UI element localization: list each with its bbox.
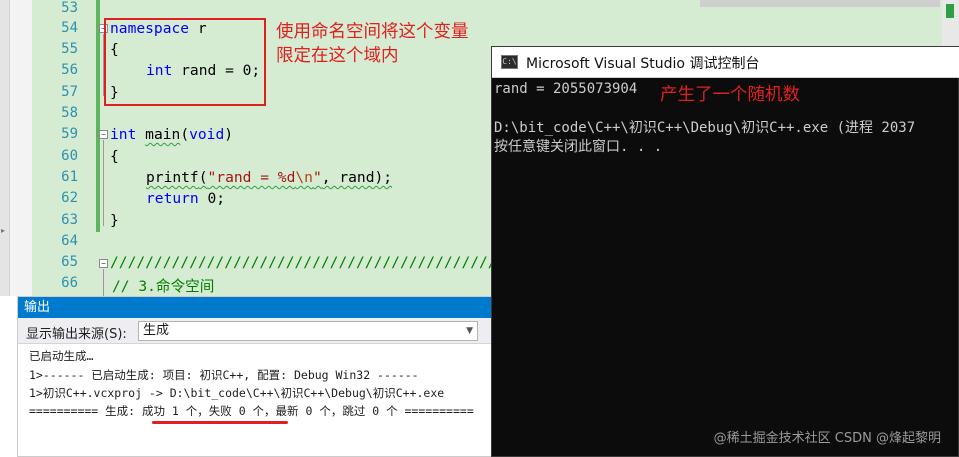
paren: ) <box>224 126 234 143</box>
line-number: 63 <box>61 212 78 228</box>
line-number: 54 <box>61 20 78 36</box>
output-line: ========== 生成: 成功 1 个，失败 0 个，最新 0 个，跳过 0… <box>29 404 474 418</box>
code-line-brace-close[interactable]: } <box>110 212 119 229</box>
output-source-value: 生成 <box>143 323 170 338</box>
line-number: 53 <box>61 0 78 16</box>
scrollbar-marker <box>946 4 954 18</box>
namespace-annotation-text: 使用命名空间将这个变量 限定在这个域内 <box>276 22 469 66</box>
console-title: Microsoft Visual Studio 调试控制台 <box>526 56 760 72</box>
fold-guide <box>103 269 104 296</box>
string-literal: "rand = %d <box>207 169 296 186</box>
output-toolbar: 显示输出来源(S): 生成 ▼ <box>18 318 491 344</box>
console-prompt-line: 按任意键关闭此窗口. . . <box>494 139 663 155</box>
output-source-select[interactable]: 生成 ▼ <box>138 321 478 341</box>
collapse-arrow-icon[interactable]: ▸ <box>1 226 5 235</box>
line-number: 65 <box>61 254 78 270</box>
line-number: 62 <box>61 190 78 206</box>
console-exit-line: D:\bit_code\C++\初识C++\Debug\初识C++.exe (进… <box>494 120 916 136</box>
output-line: 1>初识C++.vcxproj -> D:\bit_code\C++\初识C++… <box>29 386 445 400</box>
console-app-icon: C:\ <box>501 55 518 69</box>
chevron-down-icon: ▼ <box>466 326 473 336</box>
output-source-label: 显示输出来源(S): <box>26 327 127 342</box>
function-printf: printf <box>146 169 199 186</box>
change-indicator-bar <box>96 0 100 232</box>
watermark: @稀土掘金技术社区 CSDN @烽起黎明 <box>713 431 941 446</box>
line-number: 64 <box>61 233 78 249</box>
code-line-main[interactable]: int main(void) <box>110 126 233 143</box>
line-number: 61 <box>61 169 78 185</box>
namespace-annotation: 使用命名空间将这个变量 限定在这个域内 <box>276 20 469 68</box>
function-main: main <box>145 126 181 143</box>
string-literal: " <box>312 169 322 186</box>
line-number: 57 <box>61 84 78 100</box>
random-number-annotation: 产生了一个随机数 <box>660 85 800 105</box>
annotation-highlight-box <box>104 18 266 106</box>
line-number: 59 <box>61 126 78 142</box>
fold-toggle-icon[interactable]: − <box>99 130 108 139</box>
line-number: 60 <box>61 148 78 164</box>
output-panel: 输出 显示输出来源(S): 生成 ▼ 已启动生成… 1>------ 已启动生成… <box>17 296 492 457</box>
output-panel-title[interactable]: 输出 <box>18 297 491 318</box>
output-line: 1>------ 已启动生成: 项目: 初识C++, 配置: Debug Win… <box>29 368 419 382</box>
fold-toggle-icon[interactable]: − <box>99 259 108 268</box>
code-line-comment-title[interactable]: // 3.命令空间 <box>112 275 214 296</box>
editor-left-margin: ▸ <box>0 0 10 296</box>
printf-call: printf("rand = %d\n", rand); <box>146 169 392 186</box>
fold-guide <box>103 140 104 226</box>
line-number: 56 <box>61 62 78 78</box>
keyword-void: void <box>189 126 225 143</box>
line-number: 55 <box>61 41 78 57</box>
paren: ( <box>198 169 208 186</box>
return-value: 0; <box>198 190 226 207</box>
output-line: 已启动生成… <box>29 349 94 363</box>
success-underline-annotation <box>152 421 288 424</box>
line-number: 66 <box>61 275 78 291</box>
console-title-bar[interactable]: C:\ Microsoft Visual Studio 调试控制台 <box>492 47 959 78</box>
keyword-return: return <box>146 190 199 207</box>
code-line-return[interactable]: return 0; <box>146 190 225 207</box>
printf-args: , rand); <box>321 169 393 186</box>
keyword-int: int <box>110 126 137 143</box>
code-line-printf[interactable]: printf("rand = %d\n", rand); <box>146 169 392 186</box>
editor-tab-strip <box>700 0 940 7</box>
console-output-line: rand = 2055073904 <box>494 81 638 97</box>
code-line-brace-open[interactable]: { <box>110 148 119 165</box>
paren: ( <box>180 126 190 143</box>
debug-console-window[interactable]: C:\ Microsoft Visual Studio 调试控制台 rand =… <box>491 46 959 457</box>
line-number: 58 <box>61 105 78 121</box>
escape-sequence: \n <box>295 169 313 186</box>
